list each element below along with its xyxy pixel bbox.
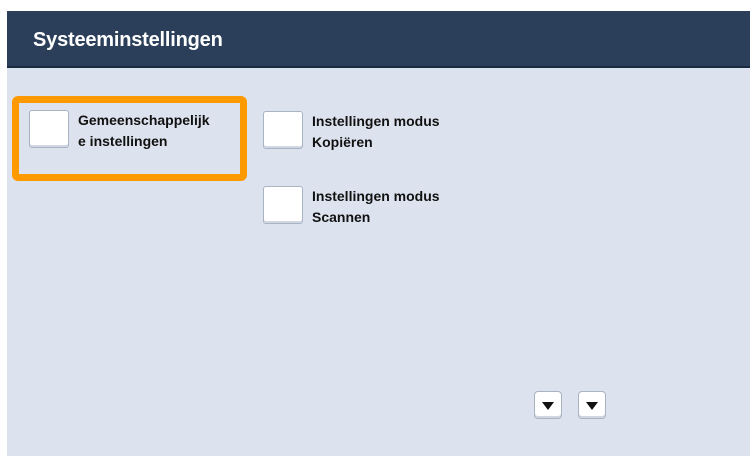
- option-scan-mode-settings-label: Instellingen modus Scannen: [312, 186, 487, 228]
- option-scan-mode-settings-button[interactable]: [263, 186, 303, 224]
- system-settings-screen: Systeeminstellingen Gemeenschappelijk e …: [7, 11, 750, 456]
- option-label-line: Gemeenschappelijk: [78, 112, 210, 128]
- title-bar: Systeeminstellingen: [7, 11, 750, 68]
- option-common-settings-label: Gemeenschappelijk e instellingen: [78, 110, 253, 152]
- scroll-down-button[interactable]: [534, 391, 562, 419]
- scroll-down-button[interactable]: [578, 391, 606, 419]
- option-label-line: e instellingen: [78, 133, 168, 149]
- option-label-line: Kopiëren: [312, 134, 373, 150]
- scroll-down-icon: [586, 402, 598, 410]
- option-common-settings-button[interactable]: [29, 110, 69, 148]
- scroll-down-icon: [542, 402, 554, 410]
- option-label-line: Scannen: [312, 209, 371, 225]
- option-label-line: Instellingen modus: [312, 113, 440, 129]
- option-scan-mode-settings[interactable]: Instellingen modus Scannen: [263, 186, 493, 230]
- page-title: Systeeminstellingen: [33, 29, 223, 51]
- option-common-settings[interactable]: Gemeenschappelijk e instellingen: [29, 110, 244, 154]
- option-copy-mode-settings-button[interactable]: [263, 111, 303, 149]
- option-copy-mode-settings-label: Instellingen modus Kopiëren: [312, 111, 487, 153]
- option-copy-mode-settings[interactable]: Instellingen modus Kopiëren: [263, 111, 493, 155]
- option-label-line: Instellingen modus: [312, 188, 440, 204]
